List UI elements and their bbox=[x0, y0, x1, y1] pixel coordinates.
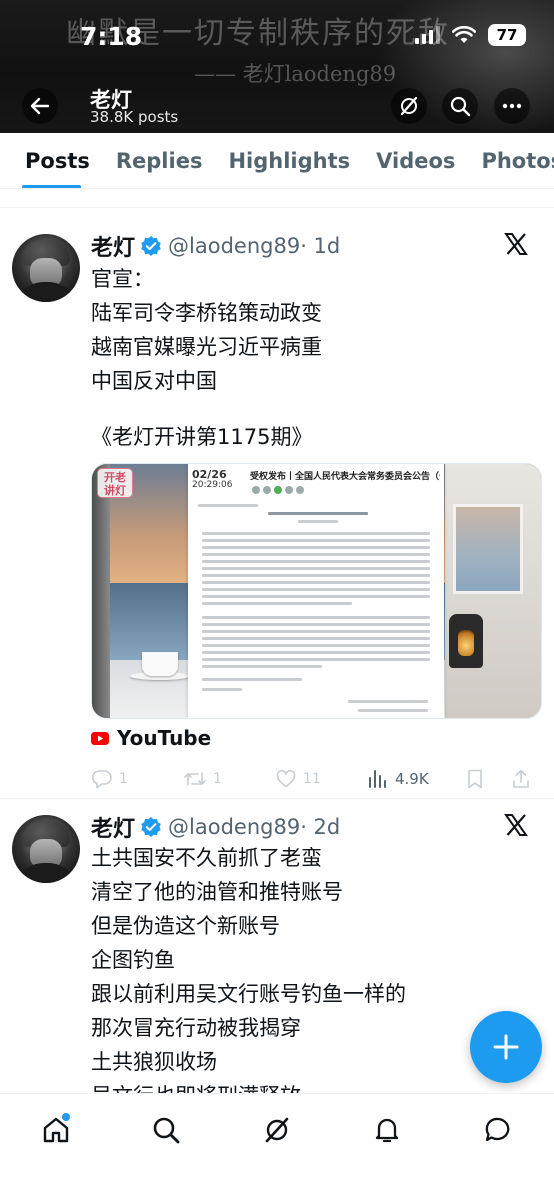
nav-search[interactable] bbox=[146, 1110, 186, 1150]
doc-time-value: 20:29:06 bbox=[192, 480, 233, 490]
channel-badge: 开老 讲灯 bbox=[97, 468, 133, 498]
search-button[interactable] bbox=[442, 88, 478, 124]
tweet-text-line: 清空了他的油管和推特账号 bbox=[91, 880, 343, 904]
tweet-timestamp[interactable]: · 1d bbox=[300, 234, 340, 258]
doc-date-value: 02/26 bbox=[192, 468, 227, 481]
tab-videos[interactable]: Videos bbox=[363, 133, 468, 188]
tweet-text-line: 中国反对中国 bbox=[91, 369, 217, 393]
profile-tabs: Posts Replies Highlights Videos Photos bbox=[0, 133, 554, 189]
bookmark-button[interactable] bbox=[465, 768, 511, 790]
share-icon bbox=[513, 769, 529, 788]
tweet-text-line: 土共国安不久前抓了老蛮 bbox=[91, 846, 322, 870]
nav-messages[interactable] bbox=[478, 1110, 518, 1150]
verified-badge-icon bbox=[140, 235, 162, 257]
x-logo-icon bbox=[504, 233, 528, 255]
bottom-nav bbox=[0, 1093, 554, 1200]
active-tab-indicator bbox=[22, 184, 81, 188]
verified-badge-icon bbox=[140, 816, 162, 838]
tab-highlights[interactable]: Highlights bbox=[215, 133, 363, 188]
grok-icon bbox=[400, 96, 418, 116]
tweet[interactable]: 老灯 @laodeng89 · 1d 官宣： 陆军司令李桥铭策动政变 越南官媒曝… bbox=[0, 208, 554, 798]
tab-label: Photos bbox=[481, 148, 554, 173]
tweet-text-line: 官宣： bbox=[91, 267, 154, 291]
tweet-author-name[interactable]: 老灯 bbox=[91, 811, 135, 843]
header-post-count: 38.8K posts bbox=[90, 108, 179, 126]
more-horizontal-icon bbox=[502, 103, 522, 109]
tweet-text-line: 吴文行也即将刑满释放 bbox=[91, 1079, 301, 1093]
tweet-actions: 1 1 11 4.9K bbox=[91, 768, 542, 790]
tweet-author-handle[interactable]: @laodeng89 bbox=[168, 234, 300, 258]
youtube-icon bbox=[91, 731, 109, 745]
tweet-text-line: 企图钓鱼 bbox=[91, 948, 175, 972]
link-source[interactable]: YouTube bbox=[91, 726, 211, 750]
tab-posts[interactable]: Posts bbox=[0, 133, 103, 188]
avatar[interactable] bbox=[12, 234, 80, 302]
x-logo-icon bbox=[504, 814, 528, 836]
nav-notifications[interactable] bbox=[367, 1110, 407, 1150]
bookmark-icon bbox=[468, 769, 482, 789]
tab-label: Replies bbox=[115, 148, 203, 173]
nav-home[interactable] bbox=[36, 1110, 76, 1150]
views-button[interactable]: 4.9K bbox=[367, 768, 465, 790]
view-count: 4.9K bbox=[395, 770, 429, 788]
plus-icon bbox=[493, 1034, 519, 1060]
tweet-author-name[interactable]: 老灯 bbox=[91, 230, 135, 262]
compose-button[interactable] bbox=[470, 1011, 542, 1083]
bell-icon bbox=[375, 1118, 399, 1143]
share-button[interactable] bbox=[511, 768, 535, 790]
notification-dot bbox=[62, 1113, 70, 1121]
repost-icon bbox=[184, 772, 206, 786]
reply-count: 1 bbox=[119, 771, 128, 787]
link-source-label: YouTube bbox=[117, 726, 212, 750]
profile-banner: 幽默是一切专制秩序的死敌 —— 老灯laodeng89 7:18 77 老灯 3… bbox=[0, 0, 554, 133]
tweet-text-line: 那次冒充行动被我揭穿 bbox=[91, 1016, 301, 1040]
nav-grok[interactable] bbox=[257, 1110, 297, 1150]
tweet-text-line: 陆军司令李桥铭策动政变 bbox=[91, 301, 322, 325]
battery-icon: 77 bbox=[488, 24, 526, 46]
search-icon bbox=[153, 1117, 180, 1144]
reply-button[interactable]: 1 bbox=[91, 768, 183, 790]
tweet-header: 老灯 @laodeng89 · 2d bbox=[91, 811, 340, 843]
cellular-signal-icon bbox=[415, 26, 440, 44]
doc-title: 受权发布丨全国人民代表大会常务委员会公告（十四届）第十六号 bbox=[250, 472, 440, 482]
tab-replies[interactable]: Replies bbox=[103, 133, 216, 188]
tweet-text-line: 越南官媒曝光习近平病重 bbox=[91, 335, 322, 359]
tweet-header: 老灯 @laodeng89 · 1d bbox=[91, 230, 340, 262]
heart-icon bbox=[276, 769, 296, 788]
tweet-text-line: 跟以前利用吴文行账号钓鱼一样的 bbox=[91, 982, 406, 1006]
tab-label: Highlights bbox=[228, 148, 351, 173]
lantern-image bbox=[449, 614, 483, 668]
arrow-left-icon bbox=[30, 97, 50, 115]
tab-label: Posts bbox=[25, 148, 90, 173]
tweet-author-handle[interactable]: @laodeng89 bbox=[168, 815, 300, 839]
repost-count: 1 bbox=[213, 771, 222, 787]
like-button[interactable]: 11 bbox=[275, 768, 367, 790]
tweet-text-line: 《老灯开讲第1175期》 bbox=[91, 425, 313, 449]
tweet-text-line: 土共狼狈收场 bbox=[91, 1050, 217, 1074]
more-options-button[interactable] bbox=[494, 88, 530, 124]
doc-date: 02/26 20:29:06 bbox=[192, 468, 233, 490]
like-count: 11 bbox=[303, 771, 321, 787]
document-screenshot: 02/26 20:29:06 受权发布丨全国人民代表大会常务委员会公告（十四届）… bbox=[188, 464, 444, 718]
grok-icon bbox=[265, 1117, 289, 1143]
chat-bubble-icon bbox=[485, 1117, 510, 1142]
repost-button[interactable]: 1 bbox=[183, 768, 275, 790]
grok-button[interactable] bbox=[391, 88, 427, 124]
tweet-timestamp[interactable]: · 2d bbox=[300, 815, 340, 839]
status-icons: 77 bbox=[415, 24, 526, 46]
tab-label: Videos bbox=[376, 148, 456, 173]
video-thumbnail[interactable]: 开老 讲灯 02/26 20:29:06 受权发布丨全国人民代表大会常务委员会公告… bbox=[91, 463, 542, 719]
banner-signature: —— 老灯laodeng89 bbox=[194, 62, 397, 86]
tab-photos[interactable]: Photos bbox=[468, 133, 554, 188]
status-time: 7:18 bbox=[80, 22, 143, 51]
share-icons bbox=[252, 486, 304, 494]
back-button[interactable] bbox=[22, 88, 58, 124]
avatar[interactable] bbox=[12, 815, 80, 883]
wifi-icon bbox=[452, 26, 476, 43]
search-icon bbox=[450, 96, 471, 117]
bar-chart-icon bbox=[369, 770, 386, 788]
tweet-text-line: 但是伪造这个新账号 bbox=[91, 914, 280, 938]
reply-icon bbox=[91, 770, 112, 789]
